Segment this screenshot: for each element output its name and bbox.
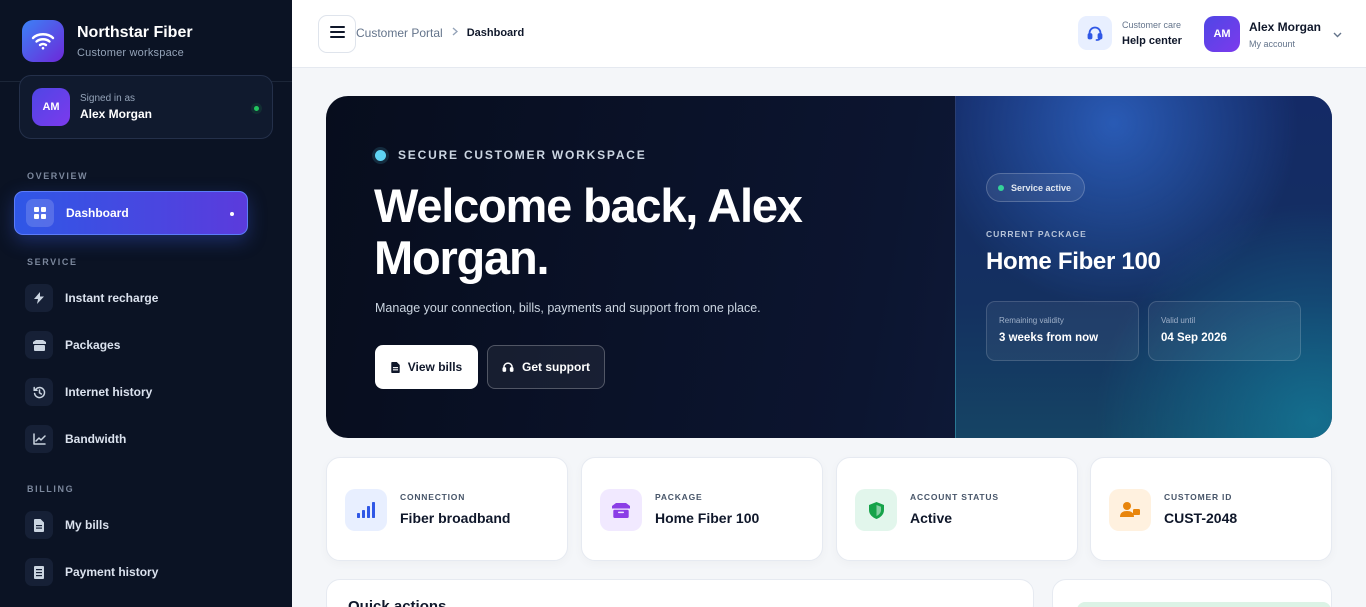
brand[interactable]: Northstar Fiber Customer workspace	[22, 20, 193, 62]
stat-value: Active	[910, 510, 953, 526]
quick-actions-title: Quick actions	[348, 598, 447, 607]
remaining-validity-label: Remaining validity	[999, 316, 1064, 325]
sidebar-item-instant-recharge[interactable]: Instant recharge	[14, 276, 248, 320]
service-status-text: Service active	[1011, 182, 1072, 193]
hamburger-icon	[329, 25, 345, 43]
chart-line-icon	[25, 425, 53, 453]
breadcrumb: Customer Portal Dashboard	[356, 26, 524, 40]
signal-icon	[345, 489, 387, 531]
stat-card-package: PACKAGE Home Fiber 100	[581, 457, 823, 561]
brand-subtitle: Customer workspace	[77, 46, 184, 59]
breadcrumb-dashboard: Dashboard	[466, 27, 525, 39]
valid-until-value: 04 Sep 2026	[1161, 332, 1227, 344]
sidebar-item-dashboard[interactable]: Dashboard	[14, 191, 248, 235]
sidebar-item-label: Instant recharge	[65, 291, 159, 305]
breadcrumb-customer-portal[interactable]: Customer Portal	[356, 26, 443, 40]
stat-card-customer-id: CUSTOMER ID CUST-2048	[1090, 457, 1332, 561]
sidebar-item-my-bills[interactable]: My bills	[14, 503, 248, 547]
button-label: View bills	[407, 360, 463, 374]
service-status-badge: Service active	[986, 173, 1086, 202]
active-indicator	[230, 212, 234, 216]
status-dot	[998, 184, 1004, 191]
online-status-dot	[254, 106, 259, 111]
stat-value: CUST-2048	[1164, 510, 1238, 526]
sidebar: Northstar Fiber Customer workspace AM Si…	[0, 0, 292, 607]
section-label-billing: BILLING	[27, 484, 75, 494]
side-panel	[1052, 579, 1332, 607]
stat-value: Fiber broadband	[400, 510, 511, 526]
package-icon	[600, 489, 642, 531]
stat-value: Home Fiber 100	[655, 510, 760, 526]
section-label-overview: OVERVIEW	[27, 171, 89, 181]
stat-label: CONNECTION	[400, 492, 466, 502]
sidebar-item-label: My bills	[65, 518, 110, 532]
valid-until-label: Valid until	[1161, 316, 1196, 325]
bolt-icon	[25, 284, 53, 312]
sidebar-item-internet-history[interactable]: Internet history	[14, 370, 248, 414]
view-bills-button[interactable]: View bills	[375, 345, 478, 389]
chevron-right-icon	[452, 27, 458, 39]
package-panel: Service active CURRENT PACKAGE Home Fibe…	[955, 96, 1332, 438]
sidebar-item-label: Payment history	[65, 565, 159, 579]
hero-title: Welcome back, Alex Morgan.	[374, 179, 803, 284]
history-icon	[25, 378, 53, 406]
avatar: AM	[32, 88, 70, 126]
top-bar: Customer Portal Dashboard Customer care …	[292, 0, 1366, 68]
stat-card-connection: CONNECTION Fiber broadband	[326, 457, 568, 561]
stat-card-account-status: ACCOUNT STATUS Active	[836, 457, 1078, 561]
current-package-label: CURRENT PACKAGE	[986, 229, 1087, 239]
box-icon	[25, 331, 53, 359]
sidebar-item-bandwidth[interactable]: Bandwidth	[14, 417, 248, 461]
file-icon	[391, 361, 400, 373]
signed-in-name: Alex Morgan	[80, 107, 153, 121]
stat-label: ACCOUNT STATUS	[910, 492, 999, 502]
current-package-name: Home Fiber 100	[986, 248, 1161, 275]
sidebar-item-label: Bandwidth	[65, 432, 127, 446]
remaining-validity-card: Remaining validity 3 weeks from now	[986, 301, 1139, 361]
section-label-service: SERVICE	[27, 257, 78, 267]
file-icon	[25, 511, 53, 539]
receipt-icon	[25, 558, 53, 586]
status-dot	[375, 149, 386, 161]
user-id-icon	[1109, 489, 1151, 531]
button-label: Get support	[522, 360, 590, 374]
valid-until-card: Valid until 04 Sep 2026	[1148, 301, 1301, 361]
account-menu[interactable]: AM Alex Morgan My account	[1204, 16, 1342, 52]
welcome-hero: SECURE CUSTOMER WORKSPACE Welcome back, …	[326, 96, 1332, 438]
panel-header-strip	[1077, 602, 1331, 607]
sidebar-item-packages[interactable]: Packages	[14, 323, 248, 367]
sidebar-item-payment-history[interactable]: Payment history	[14, 550, 248, 594]
quick-actions-panel: Quick actions	[326, 579, 1034, 607]
help-title: Help center	[1122, 34, 1182, 47]
headset-icon	[1078, 16, 1112, 50]
hero-description: Manage your connection, bills, payments …	[375, 301, 761, 315]
grid-icon	[26, 199, 54, 227]
help-center-link[interactable]: Customer care Help center	[1078, 16, 1182, 50]
menu-toggle-button[interactable]	[318, 15, 356, 53]
sidebar-item-label: Internet history	[65, 385, 153, 399]
hero-eyebrow: SECURE CUSTOMER WORKSPACE	[375, 148, 647, 162]
remaining-validity-value: 3 weeks from now	[999, 332, 1099, 344]
chevron-down-icon	[1333, 25, 1342, 43]
help-label: Customer care	[1122, 19, 1182, 30]
avatar: AM	[1204, 16, 1240, 52]
shield-icon	[855, 489, 897, 531]
brand-name: Northstar Fiber	[77, 23, 193, 41]
sidebar-item-label: Dashboard	[66, 206, 129, 220]
wifi-icon	[22, 20, 64, 62]
sidebar-item-label: Packages	[65, 338, 121, 352]
signed-in-user-card[interactable]: AM Signed in as Alex Morgan	[19, 75, 273, 139]
headset-icon	[502, 361, 514, 373]
account-name: Alex Morgan	[1249, 19, 1322, 34]
get-support-button[interactable]: Get support	[487, 345, 605, 389]
eyebrow-text: SECURE CUSTOMER WORKSPACE	[398, 148, 647, 162]
account-sub: My account	[1249, 38, 1296, 49]
signed-in-label: Signed in as	[80, 93, 136, 104]
stat-label: PACKAGE	[655, 492, 703, 502]
stat-label: CUSTOMER ID	[1164, 492, 1233, 502]
